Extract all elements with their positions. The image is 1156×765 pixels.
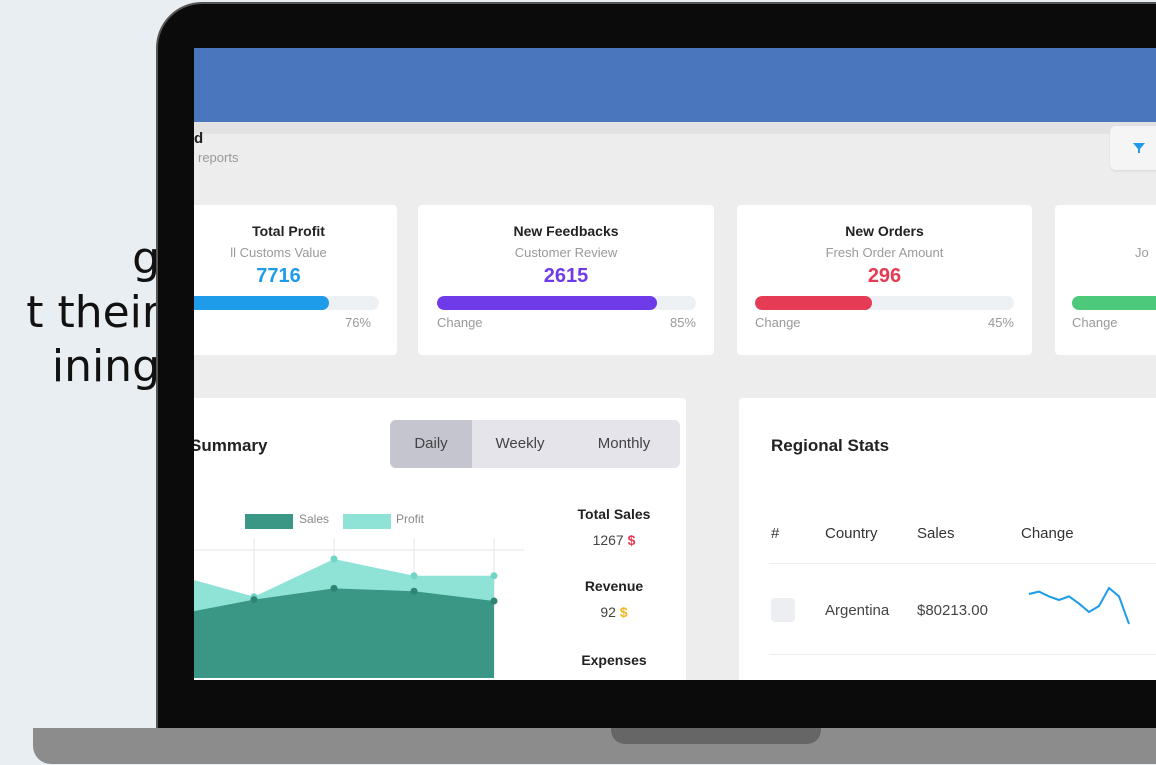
- page-title: d: [194, 130, 204, 147]
- legend-label-profit: Profit: [396, 512, 425, 526]
- top-navbar: [194, 48, 1156, 122]
- stat-value: 7716: [256, 265, 301, 287]
- legend-swatch-sales: [245, 514, 293, 529]
- laptop-notch: [611, 728, 821, 744]
- data-point-sales: [490, 597, 498, 605]
- progress-fill: [437, 296, 658, 310]
- page-subtitle: reports: [198, 150, 239, 165]
- metric-value-revenue: 92 $: [564, 604, 664, 620]
- metric-number: 1267: [592, 532, 624, 548]
- tab-monthly[interactable]: Monthly: [568, 420, 680, 468]
- summary-area-chart: [194, 538, 524, 678]
- laptop-base: [33, 728, 1156, 764]
- stat-value: 296: [867, 265, 902, 287]
- filter-button[interactable]: [1110, 126, 1156, 170]
- progress-percent: 76%: [344, 315, 371, 330]
- col-header-country: Country: [825, 525, 878, 542]
- metric-value-total-sales: 1267 $: [564, 532, 664, 548]
- row-checkbox[interactable]: [771, 598, 795, 622]
- metric-label-total-sales: Total Sales: [577, 506, 651, 522]
- stat-value: 2615: [543, 265, 589, 287]
- stat-subtitle: ll Customs Value: [230, 245, 327, 260]
- summary-card: Summary Daily Weekly Monthly Sales Profi…: [194, 398, 686, 680]
- side-caption-line-3: ining: [51, 341, 160, 392]
- dollar-icon: $: [627, 532, 636, 548]
- progress-track: [194, 296, 379, 310]
- data-point-sales: [250, 596, 258, 604]
- stat-card-new-feedbacks: New Feedbacks Customer Review 2615 Chang…: [418, 205, 714, 355]
- dashboard-screen: d reports Total Profit ll Customs Value …: [194, 48, 1156, 680]
- metric-label-expenses: Expenses: [581, 652, 647, 668]
- col-header-change: Change: [1021, 525, 1074, 542]
- data-point-profit: [490, 572, 498, 580]
- stat-subtitle: Customer Review: [514, 245, 618, 260]
- cell-country: Argentina: [825, 602, 890, 619]
- progress-fill: [755, 296, 872, 310]
- period-tabs: Daily Weekly Monthly: [390, 420, 680, 468]
- stat-subtitle: Fresh Order Amount: [825, 245, 944, 260]
- progress-track: [755, 296, 1014, 310]
- tab-daily[interactable]: Daily: [390, 420, 472, 468]
- dollar-icon: $: [619, 604, 628, 620]
- data-point-profit: [410, 572, 418, 580]
- sparkline-path: [1028, 586, 1130, 625]
- progress-track: [1072, 296, 1156, 310]
- summary-title: Summary: [194, 436, 268, 455]
- legend-label-sales: Sales: [299, 512, 330, 526]
- change-sparkline: [1028, 586, 1130, 625]
- regional-stats-card: Regional Stats # Country Sales Change Ar…: [739, 398, 1156, 680]
- stat-card-total-profit: Total Profit ll Customs Value 7716 76%: [194, 205, 397, 355]
- stat-card-new-orders: New Orders Fresh Order Amount 296 Change…: [737, 205, 1032, 355]
- change-label: Change: [437, 315, 483, 330]
- col-header-sales: Sales: [917, 525, 955, 542]
- table-divider: [769, 563, 1156, 564]
- data-point-sales: [330, 584, 338, 592]
- metric-number: 92: [600, 604, 616, 620]
- cell-sales: $80213.00: [917, 602, 988, 619]
- progress-percent: 85%: [669, 315, 696, 330]
- stat-title: New Feedbacks: [513, 223, 619, 239]
- side-caption-line-1: g: [132, 233, 160, 284]
- stat-title: Total Profit: [252, 223, 325, 239]
- change-label: Change: [1072, 315, 1118, 330]
- sub-navbar: [194, 122, 1156, 134]
- progress-fill: [194, 296, 329, 310]
- change-label: Change: [755, 315, 801, 330]
- data-point-sales: [410, 587, 418, 595]
- stat-subtitle: Jo: [1135, 245, 1149, 260]
- tab-weekly[interactable]: Weekly: [472, 420, 568, 468]
- side-caption: g t their ining: [0, 232, 160, 394]
- table-row-divider: [769, 654, 1156, 655]
- stat-title: New Orders: [845, 223, 924, 239]
- data-point-profit: [330, 555, 338, 563]
- filter-icon: [1133, 143, 1145, 153]
- col-header-index: #: [771, 525, 780, 542]
- regional-title: Regional Stats: [771, 436, 890, 455]
- progress-track: [437, 296, 696, 310]
- legend-swatch-profit: [343, 514, 391, 529]
- side-caption-line-2: t their: [26, 287, 160, 338]
- stat-card-4: Jo Change: [1055, 205, 1156, 355]
- metric-label-revenue: Revenue: [584, 578, 644, 594]
- progress-percent: 45%: [987, 315, 1014, 330]
